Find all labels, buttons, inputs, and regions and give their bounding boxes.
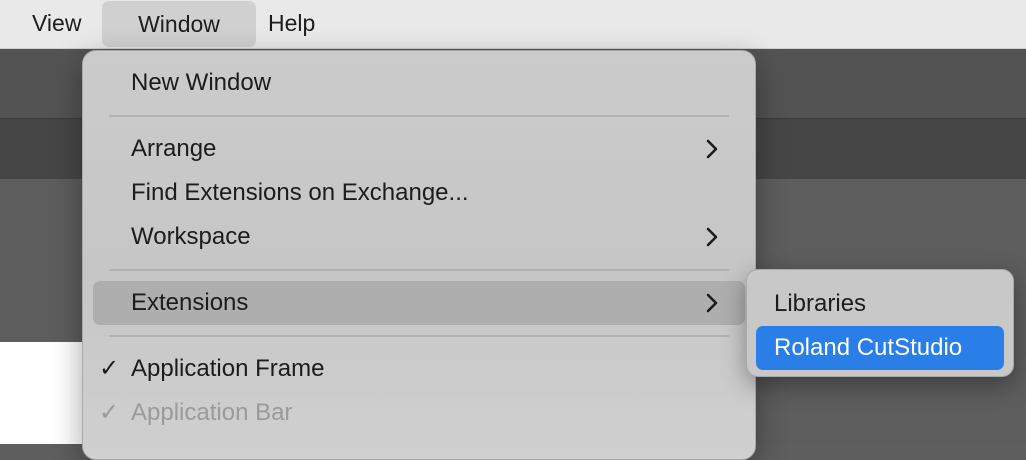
- menubar-help[interactable]: Help: [252, 0, 331, 46]
- menu-item-label: Find Extensions on Exchange...: [131, 179, 469, 206]
- checkmark-icon: ✓: [99, 355, 120, 382]
- menu-separator: [109, 269, 729, 271]
- menu-item-label: Extensions: [131, 289, 249, 316]
- menu-item-workspace[interactable]: Workspace: [93, 215, 745, 259]
- submenu-item-roland-cutstudio[interactable]: Roland CutStudio: [756, 326, 1004, 370]
- menu-item-label: Arrange: [131, 135, 217, 162]
- menu-item-label: Application Frame: [131, 355, 325, 382]
- menu-item-new-window[interactable]: New Window: [93, 61, 745, 105]
- chevron-right-icon: [706, 227, 718, 247]
- window-menu: New Window Arrange Find Extensions on Ex…: [82, 50, 756, 460]
- chevron-right-icon: [706, 139, 718, 159]
- menubar-window[interactable]: Window: [102, 1, 256, 47]
- menu-item-label: Workspace: [131, 223, 251, 250]
- document-canvas: [0, 342, 90, 444]
- menu-item-application-frame[interactable]: ✓ Application Frame: [93, 347, 745, 391]
- menu-item-find-extensions[interactable]: Find Extensions on Exchange...: [93, 171, 745, 215]
- menu-separator: [109, 115, 729, 117]
- menu-separator: [109, 335, 729, 337]
- menubar-view[interactable]: View: [16, 0, 97, 46]
- menu-item-arrange[interactable]: Arrange: [93, 127, 745, 171]
- chevron-right-icon: [706, 293, 718, 313]
- menu-item-label: New Window: [131, 69, 272, 96]
- submenu-item-libraries[interactable]: Libraries: [756, 282, 1004, 326]
- menu-item-label: Application Bar: [131, 399, 293, 426]
- menu-bar: View Window Help: [0, 0, 1026, 49]
- menu-item-application-bar: ✓ Application Bar: [93, 391, 745, 435]
- menu-item-extensions[interactable]: Extensions: [93, 281, 745, 325]
- extensions-submenu: Libraries Roland CutStudio: [746, 269, 1014, 377]
- checkmark-icon: ✓: [99, 399, 120, 426]
